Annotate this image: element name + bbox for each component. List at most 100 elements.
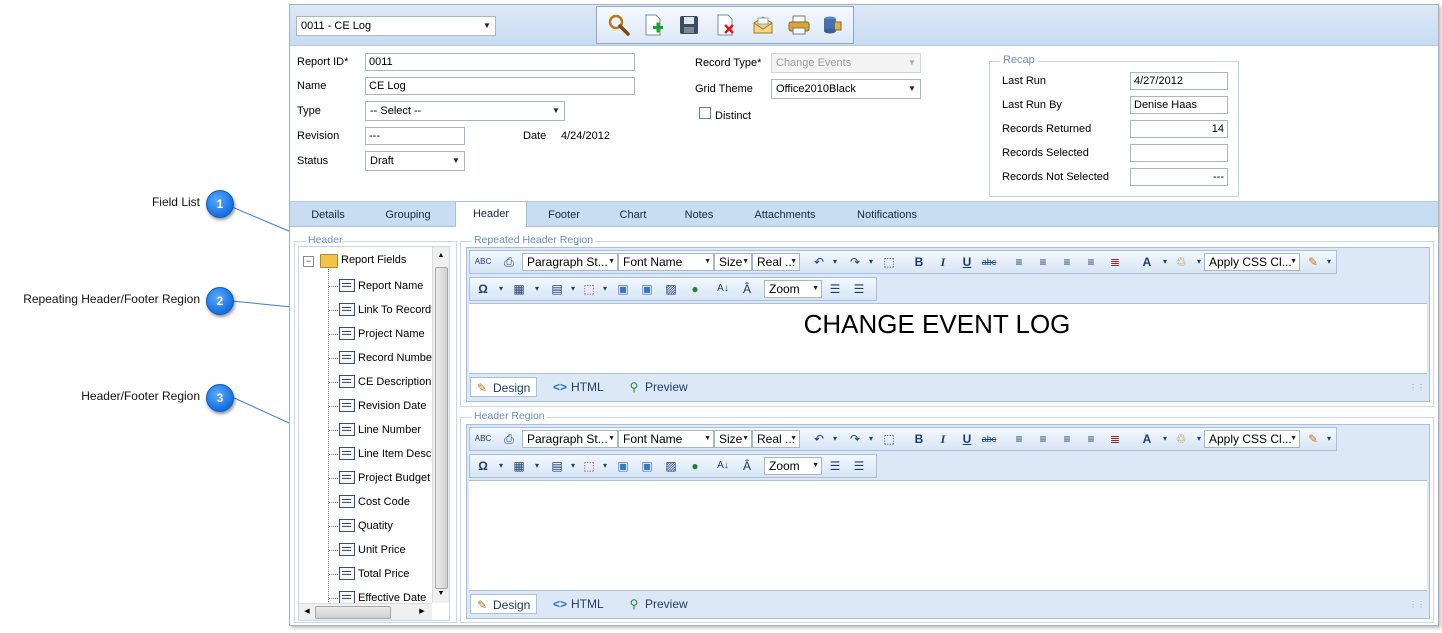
print-icon[interactable]: ⎙ <box>500 431 518 447</box>
save-icon[interactable] <box>677 13 701 37</box>
tab-attachments[interactable]: Attachments <box>744 205 826 226</box>
scroll-up-icon[interactable]: ▲ <box>433 249 449 263</box>
highlight-color-icon[interactable]: ♲ <box>1172 431 1190 447</box>
export-icon[interactable] <box>821 13 845 37</box>
italic-icon[interactable]: I <box>934 254 952 270</box>
font-name-select[interactable]: Font Name ▼ <box>618 253 714 271</box>
tab-chart[interactable]: Chart <box>608 205 658 226</box>
align-right-icon[interactable]: ≡ <box>1058 254 1076 270</box>
select-all-icon[interactable]: ⬚ <box>880 431 898 447</box>
css-class-select[interactable]: Apply CSS Cl... ▼ <box>1204 253 1300 271</box>
new-icon[interactable] <box>641 13 665 37</box>
table-dropdown-icon[interactable]: ▾ <box>528 281 546 297</box>
insert-link-dropdown-icon[interactable]: ▾ <box>596 458 614 474</box>
real-font-size-select[interactable]: Real ... ▼ <box>752 253 800 271</box>
convert-case-icon[interactable]: Â <box>738 458 756 474</box>
font-name-select[interactable]: Font Name ▼ <box>618 430 714 448</box>
real-font-size-select[interactable]: Real ... ▼ <box>752 430 800 448</box>
globe-icon[interactable]: ● <box>686 458 704 474</box>
bullet-list-icon[interactable]: ☰ <box>850 458 868 474</box>
tab-notifications[interactable]: Notifications <box>846 205 928 226</box>
redo-dropdown-icon[interactable]: ▾ <box>862 431 880 447</box>
type-select[interactable]: -- Select -- ▼ <box>365 101 565 121</box>
table-icon[interactable]: ▦ <box>510 281 528 297</box>
resize-grip-icon[interactable]: ⋮⋮ <box>1409 600 1425 609</box>
image-manager-icon[interactable]: ▣ <box>638 458 656 474</box>
html-mode-button[interactable]: <> HTML <box>553 594 604 614</box>
format-stripper-dropdown-icon[interactable]: ▾ <box>1320 431 1338 447</box>
spellcheck-icon[interactable]: ABC <box>474 254 492 270</box>
print-icon[interactable] <box>787 13 811 37</box>
tab-details[interactable]: Details <box>297 205 359 226</box>
paragraph-style-select[interactable]: Paragraph St... ▼ <box>522 253 618 271</box>
delete-icon[interactable] <box>713 13 737 37</box>
italic-icon[interactable]: I <box>934 431 952 447</box>
record-type-select[interactable]: Change Events ▼ <box>771 53 921 73</box>
scroll-down-icon[interactable]: ▼ <box>433 587 449 601</box>
insert-link-dropdown-icon[interactable]: ▾ <box>596 281 614 297</box>
zoom-select[interactable]: Zoom ▼ <box>764 280 822 298</box>
document-icon[interactable]: ▨ <box>662 458 680 474</box>
revision-field[interactable]: --- <box>365 127 465 145</box>
preview-mode-button[interactable]: ⚲ Preview <box>627 594 688 614</box>
preview-mode-button[interactable]: ⚲ Preview <box>627 377 688 397</box>
image-manager-icon[interactable]: ▣ <box>638 281 656 297</box>
justify-icon[interactable]: ≡ <box>1082 431 1100 447</box>
numbered-list-icon[interactable]: ☰ <box>826 458 844 474</box>
bullet-list-icon[interactable]: ☰ <box>850 281 868 297</box>
clear-format-icon[interactable]: ≣ <box>1106 254 1124 270</box>
design-mode-button[interactable]: ✎ Design <box>470 377 538 397</box>
bold-icon[interactable]: B <box>910 254 928 270</box>
horizontal-scroll-thumb[interactable] <box>315 606 391 619</box>
status-select[interactable]: Draft ▼ <box>365 151 465 171</box>
redo-dropdown-icon[interactable]: ▾ <box>862 254 880 270</box>
table-icon[interactable]: ▦ <box>510 458 528 474</box>
format-stripper-dropdown-icon[interactable]: ▾ <box>1320 254 1338 270</box>
bold-icon[interactable]: B <box>910 431 928 447</box>
subscript-case-icon[interactable]: A↓ <box>714 458 732 474</box>
header-region-content[interactable] <box>469 480 1427 591</box>
clear-format-icon[interactable]: ≣ <box>1106 431 1124 447</box>
tab-notes[interactable]: Notes <box>674 205 724 226</box>
name-field[interactable]: CE Log <box>365 77 635 95</box>
tree-horizontal-scrollbar[interactable]: ◀ ▶ <box>299 603 432 620</box>
image-icon[interactable]: ▣ <box>614 458 632 474</box>
collapse-toggle[interactable]: − <box>303 256 314 267</box>
document-icon[interactable]: ▨ <box>662 281 680 297</box>
font-color-icon[interactable]: A <box>1138 431 1156 447</box>
numbered-list-icon[interactable]: ☰ <box>826 281 844 297</box>
distinct-checkbox[interactable] <box>699 107 711 119</box>
search-icon[interactable] <box>607 13 631 37</box>
report-select[interactable]: 0011 - CE Log ▼ <box>296 16 496 36</box>
spellcheck-icon[interactable]: ABC <box>474 431 492 447</box>
css-class-select[interactable]: Apply CSS Cl... ▼ <box>1204 430 1300 448</box>
underline-icon[interactable]: U <box>958 254 976 270</box>
subscript-case-icon[interactable]: A↓ <box>714 281 732 297</box>
strikethrough-icon[interactable]: abc <box>980 254 998 270</box>
special-chars-icon[interactable]: Ω <box>474 281 492 297</box>
email-icon[interactable] <box>751 13 775 37</box>
font-color-icon[interactable]: A <box>1138 254 1156 270</box>
scroll-right-icon[interactable]: ▶ <box>416 605 428 619</box>
repeated-header-content[interactable]: CHANGE EVENT LOG <box>469 303 1427 374</box>
report-id-field[interactable]: 0011 <box>365 53 635 71</box>
special-chars-dropdown-icon[interactable]: ▾ <box>492 281 510 297</box>
justify-icon[interactable]: ≡ <box>1082 254 1100 270</box>
strikethrough-icon[interactable]: abc <box>980 431 998 447</box>
special-chars-icon[interactable]: Ω <box>474 458 492 474</box>
convert-case-icon[interactable]: Â <box>738 281 756 297</box>
globe-icon[interactable]: ● <box>686 281 704 297</box>
align-center-icon[interactable]: ≡ <box>1034 431 1052 447</box>
paragraph-style-select[interactable]: Paragraph St... ▼ <box>522 430 618 448</box>
design-mode-button[interactable]: ✎ Design <box>470 594 538 614</box>
align-center-icon[interactable]: ≡ <box>1034 254 1052 270</box>
tab-header[interactable]: Header <box>455 201 527 227</box>
tree-vertical-scrollbar[interactable]: ▲ ▼ <box>432 247 449 603</box>
align-left-icon[interactable]: ≡ <box>1010 254 1028 270</box>
align-right-icon[interactable]: ≡ <box>1058 431 1076 447</box>
align-left-icon[interactable]: ≡ <box>1010 431 1028 447</box>
undo-dropdown-icon[interactable]: ▾ <box>826 431 844 447</box>
highlight-color-icon[interactable]: ♲ <box>1172 254 1190 270</box>
font-size-select[interactable]: Size ▼ <box>714 253 752 271</box>
resize-grip-icon[interactable]: ⋮⋮ <box>1409 383 1425 392</box>
